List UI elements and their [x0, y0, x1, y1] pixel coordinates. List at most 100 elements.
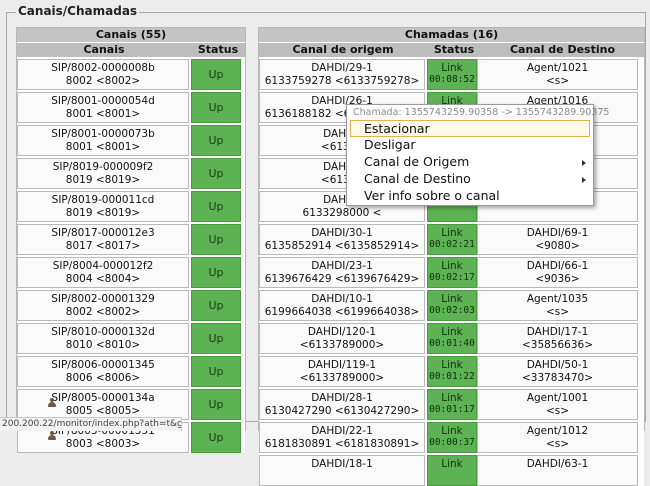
origem-name: DAHDI/23-1 — [311, 260, 373, 272]
destino-callerid: <s> — [545, 306, 570, 318]
origem-callerid: 6130427290 <6130427290> — [264, 405, 420, 417]
canal-destino-cell[interactable]: DAHDI/17-1 <35856636> — [477, 323, 638, 354]
canal-cell[interactable]: SIP/8002-00001329 8002 <8002> — [17, 290, 189, 321]
canal-cell[interactable]: SIP/8019-000009f2 8019 <8019> — [17, 158, 189, 189]
canal-origem-cell[interactable]: DAHDI/30-1 6135852914 <6135852914> — [259, 224, 425, 255]
destino-callerid: <s> — [545, 438, 570, 450]
canal-row[interactable]: SIP/8001-0000073b 8001 <8001> Up — [17, 125, 245, 156]
canal-status[interactable]: Up — [191, 158, 241, 189]
chamada-status[interactable]: Link 00:01:17 — [427, 389, 477, 420]
menu-item-estacionar[interactable]: Estacionar — [350, 120, 590, 137]
chamada-row[interactable]: DAHDI/119-1 <6133789000> Link 00:01:22 DAHDI… — [259, 356, 644, 387]
canal-status[interactable]: Up — [191, 323, 241, 354]
canal-row[interactable]: SIP/8001-0000054d 8001 <8001> Up — [17, 92, 245, 123]
canais-rows: SIP/8002-0000008b 8002 <8002> Up SIP/8001-0… — [17, 59, 245, 453]
origem-callerid: 6181830891 <6181830891> — [264, 438, 420, 450]
col-canais: Canais — [83, 43, 125, 56]
canal-row[interactable]: SIP/8002-00001329 8002 <8002> Up — [17, 290, 245, 321]
canal-status[interactable]: Up — [191, 59, 241, 90]
canal-destino-cell[interactable]: Agent/1012 <s> — [477, 422, 638, 453]
call-duration: 00:01:17 — [429, 404, 475, 415]
canal-cell[interactable]: SIP/8005-0000134a 8005 <8005> — [17, 389, 189, 420]
canal-name: SIP/8019-000011cd — [51, 194, 155, 206]
menu-item-label: Canal de Destino — [364, 171, 471, 186]
canal-name: SIP/8005-0000134a — [51, 392, 155, 404]
chamada-row[interactable]: DAHDI/30-1 6135852914 <6135852914> Link 00:… — [259, 224, 644, 255]
chamada-row[interactable]: DAHDI/18-1 Link DAHDI/63-1 — [259, 455, 644, 486]
canal-row[interactable]: SIP/8019-000011cd 8019 <8019> Up — [17, 191, 245, 222]
link-label: Link — [441, 260, 463, 272]
canal-row[interactable]: SIP/8019-000009f2 8019 <8019> Up — [17, 158, 245, 189]
menu-item-desligar[interactable]: Desligar — [350, 137, 590, 154]
canal-destino-cell[interactable]: Agent/1021 <s> — [477, 59, 638, 90]
canal-origem-cell[interactable]: DAHDI/10-1 6199664038 <6199664038> — [259, 290, 425, 321]
canal-row[interactable]: SIP/8005-0000134a 8005 <8005> Up — [17, 389, 245, 420]
menu-item-canal-de-destino[interactable]: Canal de Destino — [350, 171, 590, 188]
canal-callerid: 8004 <8004> — [65, 273, 141, 285]
chamada-status[interactable]: Link — [427, 455, 477, 486]
canal-origem-cell[interactable]: DAHDI/120-1 <6133789000> — [259, 323, 425, 354]
canal-destino-cell[interactable]: DAHDI/69-1 <9080> — [477, 224, 638, 255]
canal-origem-cell[interactable]: DAHDI/119-1 <6133789000> — [259, 356, 425, 387]
canal-status[interactable]: Up — [191, 422, 241, 453]
canal-name: SIP/8004-000012f2 — [52, 260, 154, 272]
chamada-status[interactable]: Link 00:02:21 — [427, 224, 477, 255]
user-icon — [48, 398, 56, 408]
canal-status[interactable]: Up — [191, 389, 241, 420]
canal-destino-cell[interactable]: Agent/1035 <s> — [477, 290, 638, 321]
chamada-row[interactable]: DAHDI/10-1 6199664038 <6199664038> Link 00:… — [259, 290, 644, 321]
col-status: Status — [433, 43, 475, 56]
canal-origem-cell[interactable]: DAHDI/22-1 6181830891 <6181830891> — [259, 422, 425, 453]
chamada-status[interactable]: Link 00:01:40 — [427, 323, 477, 354]
canal-status[interactable]: Up — [191, 356, 241, 387]
canal-status[interactable]: Up — [191, 125, 241, 156]
canal-destino-cell[interactable]: DAHDI/50-1 <33783470> — [477, 356, 638, 387]
canal-destino-cell[interactable]: Agent/1001 <s> — [477, 389, 638, 420]
canal-cell[interactable]: SIP/8002-0000008b 8002 <8002> — [17, 59, 189, 90]
canal-destino-cell[interactable]: DAHDI/63-1 — [477, 455, 638, 486]
canal-cell[interactable]: SIP/8006-00001345 8006 <8006> — [17, 356, 189, 387]
canal-destino-cell[interactable]: DAHDI/66-1 <9036> — [477, 257, 638, 288]
canal-row[interactable]: SIP/8006-00001345 8006 <8006> Up — [17, 356, 245, 387]
chamada-row[interactable]: DAHDI/22-1 6181830891 <6181830891> Link 00:… — [259, 422, 644, 453]
chamada-status[interactable]: Link 00:00:37 — [427, 422, 477, 453]
canal-cell[interactable]: SIP/8017-000012e3 8017 <8017> — [17, 224, 189, 255]
canal-origem-cell[interactable]: DAHDI/23-1 6139676429 <6139676429> — [259, 257, 425, 288]
canal-row[interactable]: SIP/8017-000012e3 8017 <8017> Up — [17, 224, 245, 255]
chamada-row[interactable]: DAHDI/28-1 6130427290 <6130427290> Link 00:… — [259, 389, 644, 420]
canal-origem-cell[interactable]: DAHDI/18-1 — [259, 455, 425, 486]
chamada-row[interactable]: DAHDI/23-1 6139676429 <6139676429> Link 00:… — [259, 257, 644, 288]
canal-cell[interactable]: SIP/8019-000011cd 8019 <8019> — [17, 191, 189, 222]
canal-origem-cell[interactable]: DAHDI/28-1 6130427290 <6130427290> — [259, 389, 425, 420]
canal-callerid: 8002 <8002> — [65, 306, 141, 318]
chamada-status[interactable]: Link 00:01:22 — [427, 356, 477, 387]
canal-row[interactable]: SIP/8004-000012f2 8004 <8004> Up — [17, 257, 245, 288]
canal-row[interactable]: SIP/8002-0000008b 8002 <8002> Up — [17, 59, 245, 90]
chamada-status[interactable]: Link 00:02:03 — [427, 290, 477, 321]
canal-status[interactable]: Up — [191, 92, 241, 123]
canal-cell[interactable]: SIP/8001-0000073b 8001 <8001> — [17, 125, 189, 156]
canal-status[interactable]: Up — [191, 191, 241, 222]
canal-cell[interactable]: SIP/8004-000012f2 8004 <8004> — [17, 257, 189, 288]
canal-row[interactable]: SIP/8010-0000132d 8010 <8010> Up — [17, 323, 245, 354]
chamada-status[interactable]: Link 00:08:52 — [427, 59, 477, 90]
canal-callerid: 8001 <8001> — [65, 108, 141, 120]
canal-status[interactable]: Up — [191, 224, 241, 255]
submenu-arrow-icon — [582, 160, 586, 166]
canal-cell[interactable]: SIP/8010-0000132d 8010 <8010> — [17, 323, 189, 354]
canal-origem-cell[interactable]: DAHDI/29-1 6133759278 <6133759278> — [259, 59, 425, 90]
origem-callerid: 6139676429 <6139676429> — [264, 273, 420, 285]
origem-name: DAHDI/10-1 — [311, 293, 373, 305]
chamada-row[interactable]: DAHDI/29-1 6133759278 <6133759278> Link 00:… — [259, 59, 644, 90]
origem-callerid: 6133759278 <6133759278> — [264, 75, 420, 87]
canal-status[interactable]: Up — [191, 290, 241, 321]
chamada-status[interactable]: Link 00:02:17 — [427, 257, 477, 288]
canal-callerid: 8003 <8003> — [65, 438, 141, 450]
section-title: Canais/Chamadas — [16, 4, 140, 18]
canal-status[interactable]: Up — [191, 257, 241, 288]
chamada-row[interactable]: DAHDI/120-1 <6133789000> Link 00:01:40 DAHDI… — [259, 323, 644, 354]
canal-name: SIP/8006-00001345 — [51, 359, 155, 371]
menu-item-canal-de-origem[interactable]: Canal de Origem — [350, 154, 590, 171]
canal-cell[interactable]: SIP/8001-0000054d 8001 <8001> — [17, 92, 189, 123]
menu-item-ver-info-sobre-o-canal[interactable]: Ver info sobre o canal — [350, 188, 590, 205]
